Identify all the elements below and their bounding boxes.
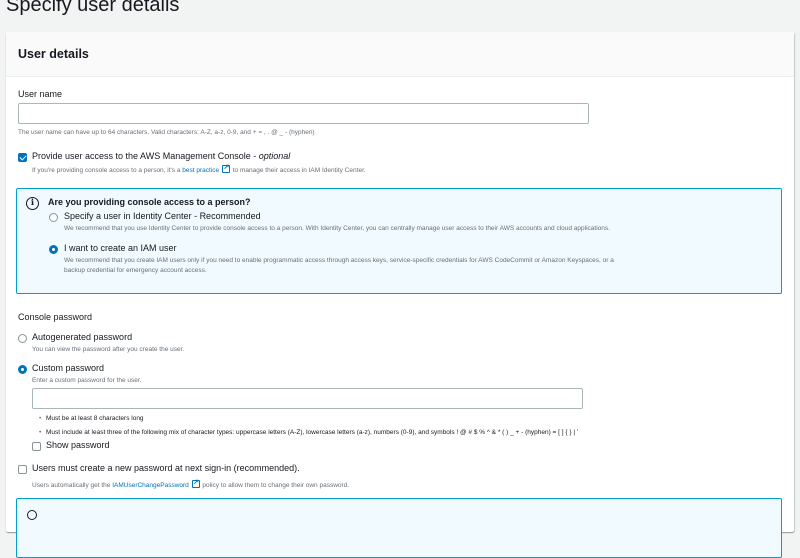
console-access-label: Provide user access to the AWS Managemen…: [32, 151, 290, 161]
console-access-checkbox[interactable]: [18, 153, 27, 162]
reset-password-desc: Users automatically get the IAMUserChang…: [32, 478, 350, 489]
custom-password-input[interactable]: [32, 388, 583, 409]
console-access-desc: If you're providing console access to a …: [32, 163, 366, 174]
identity-center-option-desc: We recommend that you use Identity Cente…: [64, 225, 610, 232]
console-password-label: Console password: [18, 312, 93, 322]
show-password-label: Show password: [46, 440, 110, 450]
best-practice-link[interactable]: best practice: [182, 167, 219, 174]
info-alert-title: Are you providing console access to a pe…: [48, 197, 251, 207]
reset-password-label: Users must create a new password at next…: [32, 463, 300, 473]
autogenerated-password-label: Autogenerated password: [32, 332, 133, 342]
custom-password-radio[interactable]: [18, 365, 27, 374]
user-name-input[interactable]: [18, 103, 589, 124]
custom-password-desc: Enter a custom password for the user.: [32, 377, 142, 384]
reset-password-desc-prefix: Users automatically get the: [32, 482, 113, 489]
iam-user-option-desc-line1: We recommend that you create IAM users o…: [64, 257, 614, 264]
user-details-panel: User details User name The user name can…: [6, 32, 794, 558]
password-rule-charset: Must include at least three of the follo…: [39, 429, 578, 436]
optional-tag: optional: [258, 151, 291, 161]
password-rule-length: Must be at least 8 characters long: [39, 415, 144, 422]
info-icon: i: [26, 197, 39, 210]
page-title: Specify user details: [6, 0, 180, 16]
user-name-label: User name: [18, 89, 63, 99]
identity-center-radio[interactable]: [49, 213, 58, 222]
reset-password-checkbox[interactable]: [18, 465, 27, 474]
console-access-info-alert: i Are you providing console access to a …: [16, 188, 782, 294]
console-access-desc-prefix: If you're providing console access to a …: [32, 167, 183, 174]
iam-user-option-desc-line2: backup credential for emergency account …: [64, 267, 207, 274]
iam-user-radio[interactable]: [49, 245, 58, 254]
info-icon: [27, 510, 37, 520]
identity-center-option-label: Specify a user in Identity Center - Reco…: [64, 211, 261, 221]
autogenerated-password-desc: You can view the password after you crea…: [32, 346, 185, 353]
console-access-label-text: Provide user access to the AWS Managemen…: [32, 151, 259, 161]
external-link-icon[interactable]: [191, 478, 200, 488]
custom-password-label: Custom password: [32, 363, 105, 373]
autogenerated-password-radio[interactable]: [18, 334, 27, 343]
console-access-desc-suffix: to manage their access in IAM Identity C…: [230, 167, 366, 174]
iam-user-option-label: I want to create an IAM user: [64, 243, 177, 253]
external-link-icon[interactable]: [221, 163, 230, 173]
panel-header: User details: [6, 32, 794, 77]
bottom-info-alert: [16, 498, 782, 558]
user-name-hint: The user name can have up to 64 characte…: [18, 129, 315, 136]
show-password-checkbox[interactable]: [32, 442, 41, 451]
iam-user-change-password-link[interactable]: IAMUserChangePassword: [112, 482, 189, 489]
panel-title: User details: [18, 47, 89, 61]
reset-password-desc-suffix: policy to allow them to change their own…: [200, 482, 350, 489]
